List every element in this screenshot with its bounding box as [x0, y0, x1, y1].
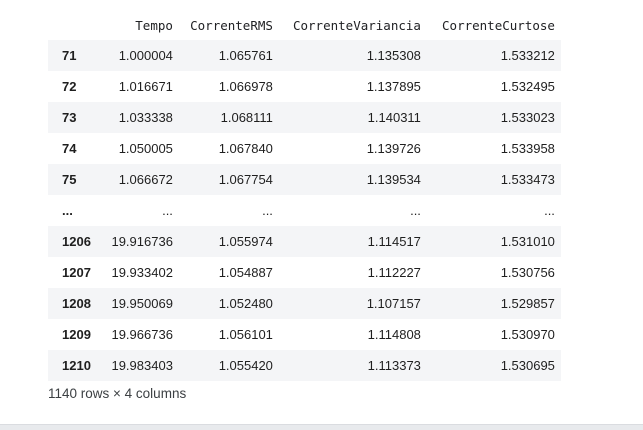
cell-corrente-curtose: 1.530970	[426, 319, 561, 350]
cell-corrente-curtose: 1.532495	[426, 71, 561, 102]
row-index: 1210	[48, 350, 91, 381]
cell-tempo: ...	[90, 195, 179, 226]
dataframe-table: Tempo CorrenteRMS CorrenteVariancia Corr…	[48, 10, 561, 381]
cell-corrente-curtose: ...	[426, 195, 561, 226]
row-index: 72	[48, 71, 91, 102]
column-header-corrente-curtose: CorrenteCurtose	[442, 17, 555, 33]
cell-corrente-curtose: 1.529857	[426, 288, 561, 319]
row-index: 1206	[48, 226, 91, 257]
cell-corrente-curtose: 1.533473	[426, 164, 561, 195]
cell-corrente-curtose: 1.533212	[426, 40, 561, 71]
cell-corrente-rms: 1.066978	[178, 71, 279, 102]
row-index: ...	[48, 195, 91, 226]
cell-corrente-variancia: 1.113373	[278, 350, 427, 381]
table-row-ellipsis: ... ... ... ... ...	[48, 195, 561, 226]
cell-tempo: 19.916736	[90, 226, 179, 257]
cell-tempo: 19.933402	[90, 257, 179, 288]
column-header-tempo: Tempo	[135, 17, 173, 33]
row-index: 71	[48, 40, 91, 71]
header-row: Tempo CorrenteRMS CorrenteVariancia Corr…	[48, 10, 561, 40]
cell-corrente-curtose: 1.531010	[426, 226, 561, 257]
cell-corrente-rms: ...	[178, 195, 279, 226]
table-row: 75 1.066672 1.067754 1.139534 1.533473	[48, 164, 561, 195]
cell-corrente-rms: 1.055974	[178, 226, 279, 257]
column-header-corrente-variancia: CorrenteVariancia	[292, 17, 421, 33]
cell-corrente-rms: 1.067840	[178, 133, 279, 164]
row-index: 73	[48, 102, 91, 133]
cell-tempo: 1.016671	[90, 71, 179, 102]
cell-tempo: 1.000004	[90, 40, 179, 71]
table-row: 71 1.000004 1.065761 1.135308 1.533212	[48, 40, 561, 71]
cell-corrente-variancia: 1.114808	[278, 319, 427, 350]
cell-corrente-variancia: 1.112227	[278, 257, 427, 288]
table-row: 72 1.016671 1.066978 1.137895 1.532495	[48, 71, 561, 102]
row-index: 1209	[48, 319, 91, 350]
cell-corrente-variancia: 1.139726	[278, 133, 427, 164]
cell-corrente-curtose: 1.533958	[426, 133, 561, 164]
row-index: 74	[48, 133, 91, 164]
cell-corrente-curtose: 1.533023	[426, 102, 561, 133]
cell-corrente-rms: 1.068111	[178, 102, 279, 133]
cell-tempo: 19.983403	[90, 350, 179, 381]
cell-corrente-variancia: 1.139534	[278, 164, 427, 195]
table-row: 1207 19.933402 1.054887 1.112227 1.53075…	[48, 257, 561, 288]
cell-tempo: 1.033338	[90, 102, 179, 133]
cell-corrente-variancia: 1.135308	[278, 40, 427, 71]
dataframe-shape-summary: 1140 rows × 4 columns	[48, 386, 187, 401]
cell-corrente-curtose: 1.530695	[426, 350, 561, 381]
row-index: 1207	[48, 257, 91, 288]
table-row: 73 1.033338 1.068111 1.140311 1.533023	[48, 102, 561, 133]
cell-corrente-rms: 1.052480	[178, 288, 279, 319]
column-header-corrente-rms: CorrenteRMS	[190, 17, 273, 33]
cell-corrente-rms: 1.067754	[178, 164, 279, 195]
dataframe-output: Tempo CorrenteRMS CorrenteVariancia Corr…	[0, 0, 643, 430]
table-row: 1208 19.950069 1.052480 1.107157 1.52985…	[48, 288, 561, 319]
row-index: 75	[48, 164, 91, 195]
table-row: 74 1.050005 1.067840 1.139726 1.533958	[48, 133, 561, 164]
cell-tempo: 19.966736	[90, 319, 179, 350]
table-row: 1210 19.983403 1.055420 1.113373 1.53069…	[48, 350, 561, 381]
table-row: 1206 19.916736 1.055974 1.114517 1.53101…	[48, 226, 561, 257]
table-row: 1209 19.966736 1.056101 1.114808 1.53097…	[48, 319, 561, 350]
cell-corrente-rms: 1.065761	[178, 40, 279, 71]
cell-corrente-rms: 1.054887	[178, 257, 279, 288]
cell-tempo: 1.050005	[90, 133, 179, 164]
cell-corrente-variancia: ...	[278, 195, 427, 226]
cell-tempo: 19.950069	[90, 288, 179, 319]
index-header	[48, 10, 91, 40]
cell-corrente-variancia: 1.107157	[278, 288, 427, 319]
row-index: 1208	[48, 288, 91, 319]
cell-corrente-variancia: 1.114517	[278, 226, 427, 257]
cell-tempo: 1.066672	[90, 164, 179, 195]
cell-output-divider	[0, 424, 643, 430]
cell-corrente-rms: 1.055420	[178, 350, 279, 381]
cell-corrente-curtose: 1.530756	[426, 257, 561, 288]
cell-corrente-variancia: 1.140311	[278, 102, 427, 133]
cell-corrente-rms: 1.056101	[178, 319, 279, 350]
cell-corrente-variancia: 1.137895	[278, 71, 427, 102]
